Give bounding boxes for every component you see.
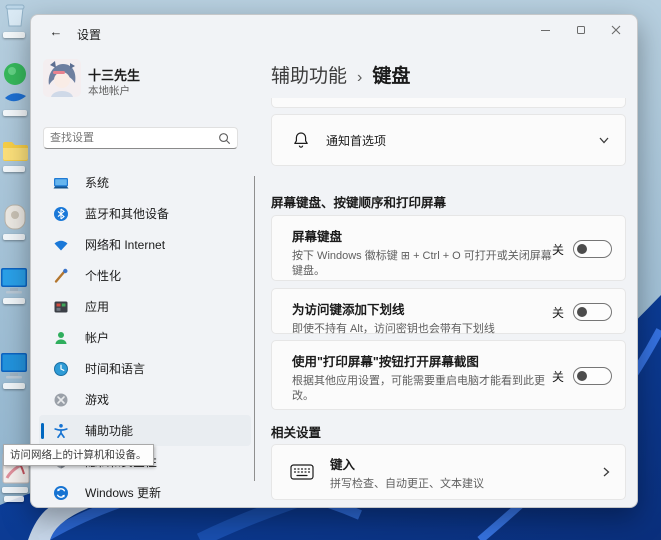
keyboard-icon <box>290 463 314 481</box>
on-screen-keyboard-toggle[interactable] <box>573 240 612 258</box>
monitor-icon[interactable] <box>0 352 28 380</box>
system-icon <box>53 175 69 191</box>
sidebar-item-accessibility[interactable]: 辅助功能 <box>39 415 251 446</box>
desktop-icon-label <box>3 32 25 38</box>
search-icon <box>218 132 231 145</box>
avatar <box>43 59 81 97</box>
minimize-icon <box>541 30 550 31</box>
sidebar-item-network[interactable]: 网络和 Internet <box>39 229 251 260</box>
apps-icon <box>53 299 69 315</box>
setting-description: 按下 Windows 徽标键 ⊞ + Ctrl + O 可打开或关闭屏幕键盘。 <box>292 249 560 279</box>
network-icon <box>53 237 69 253</box>
desktop-icon-label <box>3 383 25 389</box>
monitor-icon[interactable] <box>0 267 28 295</box>
settings-window: ← 设置 十三先生 本地帐户 <box>30 14 638 508</box>
bell-icon <box>292 131 310 149</box>
close-button[interactable] <box>598 15 633 45</box>
print-screen-card: 使用"打印屏幕"按钮打开屏幕截图 根据其他应用设置，可能需要重启电脑才能看到此更… <box>271 340 626 410</box>
sidebar-item-label: 蓝牙和其他设备 <box>85 205 169 222</box>
sidebar-item-label: 辅助功能 <box>85 422 133 439</box>
print-screen-toggle[interactable] <box>573 367 612 385</box>
sidebar-item-time-language[interactable]: 时间和语言 <box>39 353 251 384</box>
tooltip-text: 访问网络上的计算机和设备。 <box>10 449 147 461</box>
titlebar: ← 设置 <box>31 15 637 49</box>
sidebar-item-label: 应用 <box>85 298 109 315</box>
desktop-icon-label <box>3 298 25 304</box>
desktop-icon-label <box>4 496 24 502</box>
minimize-button[interactable] <box>528 15 563 45</box>
search-box[interactable] <box>43 127 238 149</box>
notification-card-label: 通知首选项 <box>326 132 386 149</box>
content-divider <box>254 176 255 481</box>
chevron-down-icon[interactable] <box>597 133 611 147</box>
typing-card-description: 拼写检查、自动更正、文本建议 <box>330 475 484 491</box>
page-title: 键盘 <box>372 66 410 87</box>
desktop-icon-label <box>3 110 27 116</box>
sidebar-item-label: Windows 更新 <box>85 484 161 501</box>
breadcrumb-parent[interactable]: 辅助功能 <box>271 66 347 87</box>
desktop: ← 设置 十三先生 本地帐户 <box>0 0 661 540</box>
toggle-state-label: 关 <box>552 304 564 321</box>
desktop-icon-label <box>3 234 25 240</box>
scrolled-card-edge <box>271 98 626 108</box>
personalization-icon <box>53 268 69 284</box>
bluetooth-icon <box>53 206 69 222</box>
sidebar-item-gaming[interactable]: 游戏 <box>39 384 251 415</box>
maximize-icon <box>577 26 585 34</box>
back-button[interactable]: ← <box>43 21 69 43</box>
setting-description: 即使不持有 Alt，访问密钥也会带有下划线 <box>292 322 560 337</box>
windows-update-icon <box>53 485 69 501</box>
profile-name: 十三先生 <box>88 65 140 84</box>
mouse-device-icon[interactable] <box>3 203 27 231</box>
green-app-icon[interactable] <box>3 62 27 106</box>
breadcrumb: 辅助功能 › 键盘 <box>271 61 410 88</box>
on-screen-keyboard-card: 屏幕键盘 按下 Windows 徽标键 ⊞ + Ctrl + O 可打开或关闭屏… <box>271 215 626 281</box>
window-title: 设置 <box>77 26 101 43</box>
sidebar-item-accounts[interactable]: 帐户 <box>39 322 251 353</box>
toggle-knob <box>577 244 587 254</box>
time-language-icon <box>53 361 69 377</box>
sidebar-item-label: 时间和语言 <box>85 360 145 377</box>
sidebar-item-apps[interactable]: 应用 <box>39 291 251 322</box>
sidebar-item-personalization[interactable]: 个性化 <box>39 260 251 291</box>
profile-account-type: 本地帐户 <box>88 83 130 98</box>
underline-access-keys-toggle[interactable] <box>573 303 612 321</box>
sidebar-item-label: 游戏 <box>85 391 109 408</box>
folder-icon[interactable] <box>2 140 28 162</box>
typing-card-title: 键入 <box>330 454 484 473</box>
maximize-button[interactable] <box>563 15 598 45</box>
setting-description: 根据其他应用设置，可能需要重启电脑才能看到此更改。 <box>292 374 560 404</box>
accessibility-icon <box>53 423 69 439</box>
accounts-icon <box>53 330 69 346</box>
desktop-icon-label <box>2 487 28 493</box>
toggle-knob <box>577 307 587 317</box>
underline-access-keys-card: 为访问键添加下划线 即使不持有 Alt，访问密钥也会带有下划线 关 <box>271 288 626 334</box>
sidebar-item-bluetooth[interactable]: 蓝牙和其他设备 <box>39 198 251 229</box>
notification-preferences-card[interactable]: 通知首选项 <box>271 114 626 166</box>
gaming-icon <box>53 392 69 408</box>
search-input[interactable] <box>50 132 218 144</box>
section-header-keyboard: 屏幕键盘、按键顺序和打印屏幕 <box>271 192 446 211</box>
breadcrumb-separator: › <box>357 69 362 86</box>
close-icon <box>611 25 621 35</box>
sidebar-item-label: 系统 <box>85 174 109 191</box>
sidebar-item-label: 网络和 Internet <box>85 236 165 253</box>
recycle-bin-icon[interactable] <box>3 2 27 28</box>
toggle-state-label: 关 <box>552 368 564 385</box>
tooltip: 访问网络上的计算机和设备。 <box>3 444 154 466</box>
section-header-related: 相关设置 <box>271 422 321 441</box>
chevron-right-icon <box>599 465 613 479</box>
toggle-knob <box>577 371 587 381</box>
sidebar-item-label: 个性化 <box>85 267 121 284</box>
toggle-state-label: 关 <box>552 241 564 258</box>
sidebar-item-system[interactable]: 系统 <box>39 167 251 198</box>
typing-settings-card[interactable]: 键入 拼写检查、自动更正、文本建议 <box>271 444 626 500</box>
desktop-icon-label <box>3 166 25 172</box>
sidebar-item-label: 帐户 <box>85 329 109 346</box>
sidebar-item-windows-update[interactable]: Windows 更新 <box>39 477 251 508</box>
